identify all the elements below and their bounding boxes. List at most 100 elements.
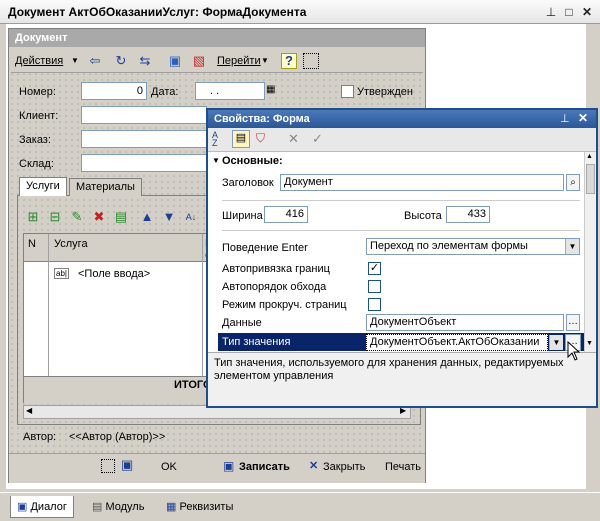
add-row-icon[interactable]: ⊞ (23, 207, 43, 227)
chevron-down-icon[interactable]: ▼ (565, 239, 579, 254)
date-label: Дата: (151, 86, 179, 98)
attributes-icon: ▦ (166, 501, 177, 513)
refresh-icon[interactable]: ↻ (111, 51, 131, 71)
goto-menu[interactable]: Перейти (217, 51, 261, 71)
chevron-down-icon: ▼ (261, 56, 269, 65)
property-description: Тип значения, используемого для хранения… (214, 357, 564, 382)
apply-icon[interactable]: ✓ (312, 131, 323, 147)
save-disk-icon[interactable]: ▣ (121, 457, 133, 473)
properties-toolbar: AZ ▤ ⛉ ✕ ✓ (208, 128, 596, 152)
form-toolbar: Действия ▼ ⇦ ↻ ⇆ ▣ ▧ Перейти ▼ ? (11, 49, 423, 73)
scroll-down-icon[interactable]: ▼ (586, 340, 593, 347)
scroll-left-icon[interactable]: ◀ (26, 406, 32, 415)
chevron-down-icon[interactable]: ▼ (549, 335, 563, 350)
close-button[interactable]: Закрыть (323, 461, 365, 473)
cancel-icon[interactable]: ✕ (288, 131, 299, 147)
scroll-thumb[interactable] (586, 164, 595, 194)
client-label: Клиент: (19, 110, 59, 122)
collapse-icon[interactable]: ▼ (212, 156, 220, 165)
col-n-header[interactable]: N (28, 238, 36, 250)
copy-row-icon[interactable]: ⊟ (45, 207, 65, 227)
caption-input[interactable]: Документ (280, 174, 564, 191)
pin-icon[interactable]: ⊥ (543, 4, 559, 20)
help-icon[interactable]: ? (281, 53, 297, 69)
scroll-up-icon[interactable]: ▲ (586, 153, 593, 160)
text-field-icon: ab| (54, 268, 69, 279)
pin-icon[interactable]: ⊥ (560, 112, 570, 125)
scroll-mode-checkbox[interactable] (368, 298, 381, 311)
client-input[interactable] (81, 106, 207, 124)
order-input[interactable] (81, 130, 207, 148)
width-input[interactable]: 416 (264, 206, 308, 223)
divider (222, 230, 580, 231)
close-x-icon: ✕ (309, 460, 319, 472)
type-label: Тип значения (222, 336, 291, 348)
sort-asc-icon[interactable]: A↓ (181, 207, 201, 227)
tab-materials[interactable]: Материалы (69, 178, 142, 196)
back-arrow-icon[interactable]: ⇦ (85, 51, 105, 71)
move-up-icon[interactable]: ▲ (137, 207, 157, 227)
delete-row-icon[interactable]: ✖ (89, 207, 109, 227)
autoorder-checkbox[interactable] (368, 280, 381, 293)
properties-vscrollbar[interactable]: ▲ ▼ (584, 152, 596, 352)
edit-row-icon[interactable]: ✎ (67, 207, 87, 227)
order-label: Заказ: (19, 134, 51, 146)
unpost-icon[interactable]: ▧ (189, 51, 209, 71)
ellipsis-button[interactable]: … (566, 314, 580, 331)
ok-button[interactable]: OK (161, 461, 177, 473)
end-edit-icon[interactable]: ▤ (111, 207, 131, 227)
window-titlebar: Документ АктОбОказанииУслуг: ФормаДокуме… (0, 0, 600, 24)
sort-alpha-icon[interactable]: AZ (212, 131, 218, 148)
close-icon[interactable]: ✕ (579, 4, 595, 20)
tab-services[interactable]: Услуги (19, 177, 67, 196)
tab-module[interactable]: ▤ Модуль (86, 496, 150, 518)
scroll-mode-label: Режим прокруч. страниц (222, 299, 347, 311)
warehouse-input[interactable] (81, 154, 207, 172)
select-frame-icon[interactable] (101, 459, 115, 473)
properties-window: Свойства: Форма ⊥ ✕ AZ ▤ ⛉ ✕ ✓ ▲ ▼ ▼ Осн… (206, 108, 598, 408)
save-icon: ▣ (223, 459, 235, 473)
tab-dialog-label: Диалог (30, 501, 67, 513)
number-input[interactable]: 0 (81, 82, 147, 100)
tab-attributes-label: Реквизиты (179, 501, 234, 513)
mouse-pointer-icon (567, 341, 581, 361)
tab-dialog[interactable]: ▣ Диалог (10, 496, 74, 518)
height-input[interactable]: 433 (446, 206, 490, 223)
approved-checkbox[interactable] (341, 85, 354, 98)
save-button[interactable]: Записать (239, 461, 290, 473)
col-service-header[interactable]: Услуга (54, 238, 88, 250)
type-input[interactable]: ДокументОбъект.АктОбОказании (366, 334, 548, 351)
enter-behavior-label: Поведение Enter (222, 242, 308, 254)
search-icon[interactable]: ⌕ (566, 174, 580, 191)
autobind-label: Автопривязка границ (222, 263, 330, 275)
number-label: Номер: (19, 86, 56, 98)
post-icon[interactable]: ▣ (165, 51, 185, 71)
data-label: Данные (222, 317, 262, 329)
warehouse-label: Склад: (19, 158, 54, 170)
canvas-area (430, 28, 585, 106)
grid-row-placeholder[interactable]: <Поле ввода> (78, 268, 150, 280)
caption-label: Заголовок (222, 177, 274, 189)
print-button[interactable]: Печать (385, 461, 421, 473)
properties-title: Свойства: Форма (208, 110, 596, 128)
bottom-tab-bar: ▣ Диалог ▤ Модуль ▦ Реквизиты (0, 492, 600, 521)
filter-icon[interactable]: ⛉ (256, 131, 265, 146)
form-header: Документ (9, 29, 425, 47)
date-input[interactable]: . . (195, 82, 265, 100)
select-frame-icon[interactable] (303, 53, 319, 69)
actions-menu[interactable]: Действия (15, 51, 63, 71)
autoorder-label: Автопорядок обхода (222, 281, 327, 293)
move-down-icon[interactable]: ▼ (159, 207, 179, 227)
close-icon[interactable]: ✕ (578, 111, 588, 125)
maximize-icon[interactable]: □ (561, 4, 577, 20)
calendar-icon[interactable]: ▦ (266, 84, 275, 95)
categorized-icon[interactable]: ▤ (232, 130, 250, 148)
divider (222, 200, 580, 201)
col-separator (48, 234, 49, 384)
data-input[interactable]: ДокументОбъект (366, 314, 564, 331)
copy-icon[interactable]: ⇆ (135, 51, 155, 71)
dialog-icon: ▣ (17, 501, 28, 513)
enter-behavior-select[interactable]: Переход по элементам формы (366, 238, 580, 255)
tab-attributes[interactable]: ▦ Реквизиты (160, 496, 239, 518)
autobind-checkbox[interactable]: ✓ (368, 262, 381, 275)
